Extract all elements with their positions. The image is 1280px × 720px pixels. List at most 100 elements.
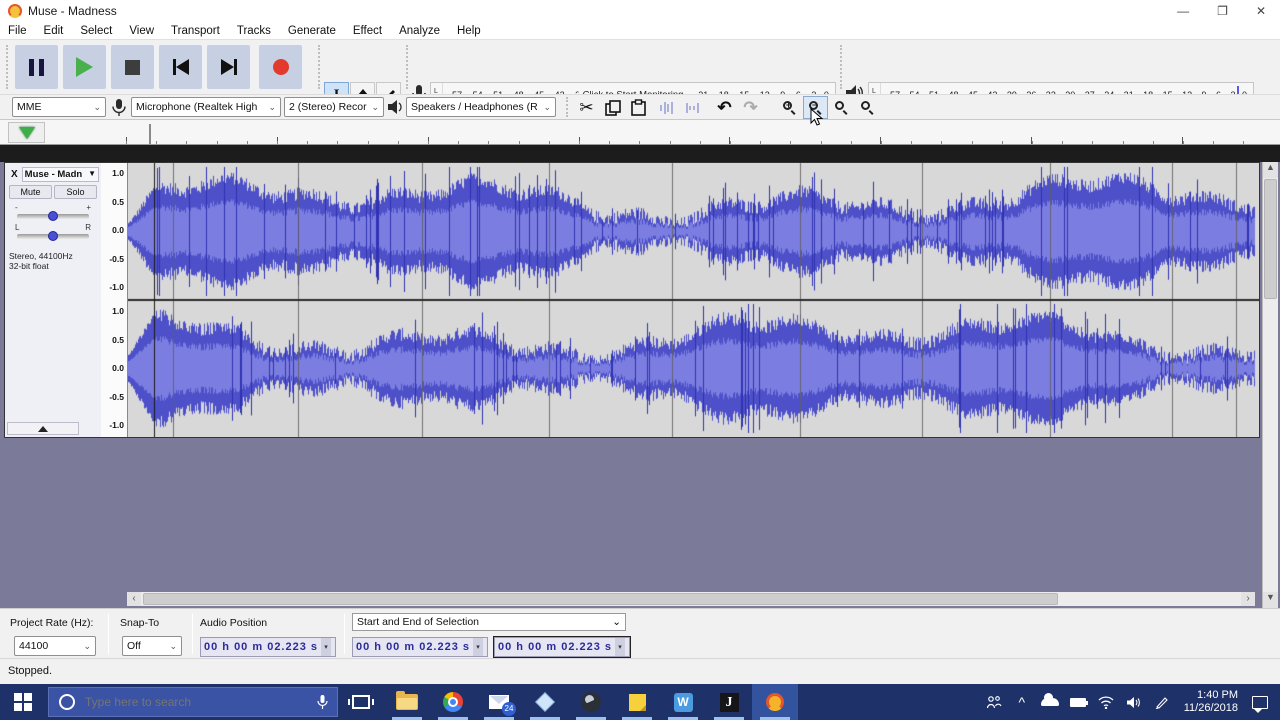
chrome-icon xyxy=(443,692,463,712)
battery-icon[interactable] xyxy=(1064,684,1092,720)
selection-mode-dropdown[interactable]: Start and End of Selection⌄ xyxy=(352,613,626,631)
pan-slider-thumb[interactable] xyxy=(48,231,58,241)
scroll-down-button[interactable]: ▼ xyxy=(1263,592,1278,608)
fit-project-button[interactable] xyxy=(855,96,880,119)
close-button[interactable]: ✕ xyxy=(1256,4,1266,18)
stop-button[interactable] xyxy=(110,44,155,90)
skip-to-end-button[interactable] xyxy=(206,44,251,90)
toolbar-row-2: MME⌄ Microphone (Realtek High⌄ 2 (Stereo… xyxy=(0,94,1280,120)
play-button[interactable] xyxy=(62,44,107,90)
selection-end-field[interactable]: 00 h 00 m 02.223 s▾ xyxy=(494,637,630,657)
cut-button[interactable]: ✂ xyxy=(574,96,599,119)
onedrive-icon[interactable] xyxy=(1036,684,1064,720)
pan-slider[interactable] xyxy=(17,234,89,239)
redo-button[interactable]: ↷ xyxy=(738,96,763,119)
zoom-out-button[interactable]: − xyxy=(803,96,828,119)
menu-generate[interactable]: Generate xyxy=(288,25,336,37)
timeline-ruler[interactable] xyxy=(46,120,1262,145)
track-collapse-button[interactable] xyxy=(7,422,79,435)
menu-edit[interactable]: Edit xyxy=(44,25,64,37)
clock-date: 11/26/2018 xyxy=(1184,702,1238,715)
menu-effect[interactable]: Effect xyxy=(353,25,382,37)
playback-device-dropdown[interactable]: Speakers / Headphones (R⌄ xyxy=(406,97,556,117)
audio-host-dropdown[interactable]: MME⌄ xyxy=(12,97,106,117)
vertical-ruler[interactable]: 1.00.50.0-0.5-1.0 1.00.50.0-0.5-1.0 xyxy=(101,163,128,437)
project-rate-dropdown[interactable]: 44100⌄ xyxy=(14,636,96,656)
silence-audio-button[interactable] xyxy=(681,96,706,119)
track-control-panel: X Muse - Madn▼ Mute Solo -+ LR Stereo, 4… xyxy=(5,163,101,437)
obs-button[interactable] xyxy=(568,684,614,720)
task-view-button[interactable] xyxy=(338,684,384,720)
track-panel-area[interactable]: X Muse - Madn▼ Mute Solo -+ LR Stereo, 4… xyxy=(0,145,1280,608)
restore-button[interactable]: ❐ xyxy=(1217,4,1228,18)
vertical-scroll-thumb[interactable] xyxy=(1264,179,1277,299)
menu-file[interactable]: File xyxy=(8,25,27,37)
file-explorer-button[interactable] xyxy=(384,684,430,720)
people-icon[interactable] xyxy=(980,684,1008,720)
copy-button[interactable] xyxy=(600,96,625,119)
scroll-left-button[interactable]: ‹ xyxy=(127,592,141,606)
scroll-up-button[interactable]: ▲ xyxy=(1263,162,1278,178)
skip-to-start-button[interactable] xyxy=(158,44,203,90)
pause-button[interactable] xyxy=(14,44,59,90)
menu-tracks[interactable]: Tracks xyxy=(237,25,271,37)
gain-slider[interactable] xyxy=(17,214,89,219)
recording-device-dropdown[interactable]: Microphone (Realtek High⌄ xyxy=(131,97,281,117)
waveform-canvas[interactable] xyxy=(128,163,1259,437)
selection-start-field[interactable]: 00 h 00 m 02.223 s▾ xyxy=(352,637,488,657)
undo-button[interactable]: ↶ xyxy=(712,96,737,119)
sticky-notes-button[interactable] xyxy=(614,684,660,720)
menu-transport[interactable]: Transport xyxy=(171,25,220,37)
menu-analyze[interactable]: Analyze xyxy=(399,25,440,37)
solo-button[interactable]: Solo xyxy=(54,185,97,199)
ruler-minor-tick xyxy=(217,141,218,144)
waveform-area[interactable] xyxy=(128,163,1259,437)
taskbar-search[interactable] xyxy=(48,687,338,717)
snap-to-dropdown[interactable]: Off⌄ xyxy=(122,636,182,656)
track-close-button[interactable]: X xyxy=(7,169,22,180)
paste-button[interactable] xyxy=(626,96,651,119)
menu-help[interactable]: Help xyxy=(457,25,481,37)
record-button[interactable] xyxy=(258,44,303,90)
audio-position-field[interactable]: 00 h 00 m 02.223 s▾ xyxy=(200,637,336,657)
horizontal-scrollbar[interactable]: ‹ › xyxy=(127,592,1255,606)
zoom-in-button[interactable]: + xyxy=(777,96,802,119)
volume-icon[interactable] xyxy=(1120,684,1148,720)
menu-view[interactable]: View xyxy=(129,25,154,37)
vertical-scrollbar[interactable]: ▲ ▼ xyxy=(1262,162,1278,608)
search-input[interactable] xyxy=(85,695,307,709)
horizontal-scroll-thumb[interactable] xyxy=(143,593,1058,605)
recording-channels-dropdown[interactable]: 2 (Stereo) Recor⌄ xyxy=(284,97,384,117)
scroll-right-button[interactable]: › xyxy=(1241,592,1255,606)
ruler-minor-tick xyxy=(1183,141,1184,144)
3d-viewer-button[interactable] xyxy=(522,684,568,720)
vruler-ch2-1-0: 1.0 xyxy=(112,307,124,315)
word-icon: W xyxy=(674,693,693,712)
search-mic-icon[interactable] xyxy=(307,694,337,710)
chrome-button[interactable] xyxy=(430,684,476,720)
action-center-icon[interactable] xyxy=(1246,684,1274,720)
ruler-minor-tick xyxy=(307,141,308,144)
title-bar: Muse - Madness — ❐ ✕ xyxy=(0,0,1280,22)
mail-badge: 24 xyxy=(502,702,516,716)
pinned-play-head-button[interactable] xyxy=(8,122,45,143)
tray-chevron-icon[interactable]: ^ xyxy=(1008,684,1036,720)
minimize-button[interactable]: — xyxy=(1177,4,1189,18)
taskbar-clock[interactable]: 1:40 PM 11/26/2018 xyxy=(1176,689,1246,715)
track-title-dropdown[interactable]: Muse - Madn▼ xyxy=(22,167,99,182)
word-button[interactable]: W xyxy=(660,684,706,720)
mail-button[interactable]: 24 xyxy=(476,684,522,720)
menu-select[interactable]: Select xyxy=(80,25,112,37)
audacity-taskbar-button[interactable] xyxy=(752,684,798,720)
jdownloader-button[interactable]: J xyxy=(706,684,752,720)
windows-ink-icon[interactable] xyxy=(1148,684,1176,720)
mute-button[interactable]: Mute xyxy=(9,185,52,199)
input-device-mic-icon xyxy=(112,98,126,117)
trim-audio-button[interactable] xyxy=(655,96,680,119)
fit-selection-button[interactable] xyxy=(829,96,854,119)
gain-slider-thumb[interactable] xyxy=(48,211,58,221)
ruler-minor-tick xyxy=(458,141,459,144)
wifi-icon[interactable] xyxy=(1092,684,1120,720)
ruler-minor-tick xyxy=(186,141,187,144)
start-button[interactable] xyxy=(0,684,46,720)
